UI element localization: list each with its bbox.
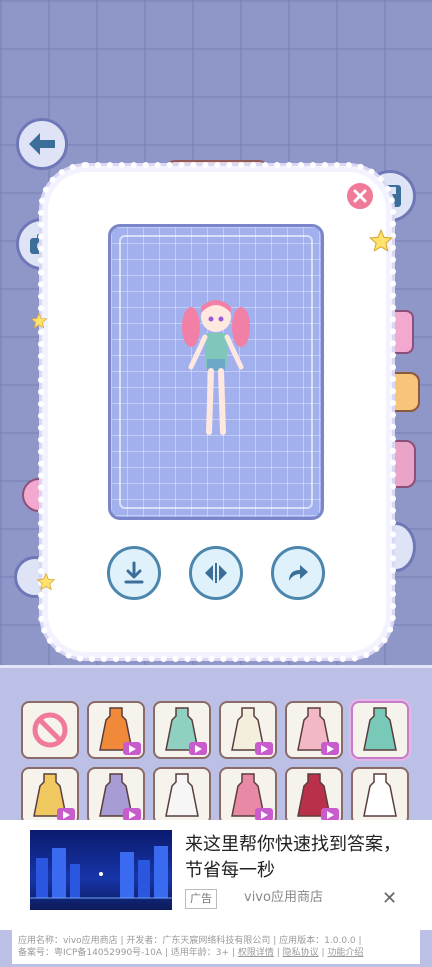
dress-icon <box>363 707 397 751</box>
wardrobe-item-pink-dress[interactable] <box>219 767 277 825</box>
wardrobe-item-purple-dress[interactable] <box>87 767 145 825</box>
footer-separator: | <box>273 948 283 958</box>
close-button[interactable] <box>344 180 376 212</box>
wardrobe-item-orange-dress[interactable] <box>87 701 145 759</box>
wardrobe-item-yellow-dress[interactable] <box>21 767 79 825</box>
wardrobe-item-white-dress[interactable] <box>219 701 277 759</box>
ad-image[interactable] <box>30 830 172 910</box>
ad-city-image <box>30 846 172 899</box>
wardrobe-item-red-dress[interactable] <box>285 767 343 825</box>
footer-line1: 应用名称：vivo应用商店 | 开发者：广东天宸网络科技有限公司 | 应用版本：… <box>18 936 362 946</box>
wardrobe-item-checker-dress[interactable] <box>153 767 211 825</box>
star-icon <box>368 228 394 252</box>
ad-tag-label: 广告 <box>190 892 212 905</box>
character-figure <box>182 300 250 435</box>
download-button[interactable] <box>107 546 161 600</box>
flip-button[interactable] <box>189 546 243 600</box>
no-outfit-icon <box>32 712 68 748</box>
video-badge-icon <box>189 742 207 755</box>
ad-close-button[interactable]: ✕ <box>382 888 397 909</box>
app-info-footer: 应用名称：vivo应用商店 | 开发者：广东天宸网络科技有限公司 | 应用版本：… <box>12 930 420 964</box>
video-badge-icon <box>255 742 273 755</box>
outfit-preview <box>108 224 324 520</box>
dress-icon <box>363 773 397 817</box>
ad-banner[interactable]: 来这里帮你快速找到答案，节省每一秒 广告 vivo应用商店 ✕ <box>0 820 432 930</box>
wardrobe-item-floral-dress[interactable] <box>285 701 343 759</box>
footer-line2: 备案号：粤ICP备14052990号-10A | 适用年龄：3+ | 权限详情 … <box>18 947 414 959</box>
dress-icon <box>165 773 199 817</box>
video-badge-icon <box>123 742 141 755</box>
permission-details-link[interactable]: 权限详情 <box>238 948 274 958</box>
share-button[interactable] <box>271 546 325 600</box>
wardrobe-item-none[interactable] <box>21 701 79 759</box>
back-button[interactable] <box>16 118 68 170</box>
wardrobe-item-teal-overalls[interactable] <box>351 701 409 759</box>
wardrobe-item-teal-dress[interactable] <box>153 701 211 759</box>
privacy-policy-link[interactable]: 隐私协议 <box>283 948 319 958</box>
share-icon <box>289 565 308 581</box>
ad-title[interactable]: 来这里帮你快速找到答案，节省每一秒 <box>185 832 405 884</box>
star-icon <box>30 312 48 329</box>
ad-tag: 广告 <box>185 889 217 909</box>
close-icon <box>353 189 367 203</box>
ad-store-name: vivo应用商店 <box>244 890 323 905</box>
wardrobe-item-white-floral-dress[interactable] <box>351 767 409 825</box>
feature-intro-link[interactable]: 功能介绍 <box>327 948 363 958</box>
side-item-decoration <box>382 372 420 412</box>
download-icon <box>124 561 144 584</box>
flip-icon <box>205 563 227 583</box>
footer-line2-prefix: 备案号：粤ICP备14052990号-10A | 适用年龄：3+ | <box>18 948 238 958</box>
video-badge-icon <box>321 742 339 755</box>
star-icon <box>36 572 56 591</box>
back-arrow-icon <box>29 133 55 155</box>
side-item-decoration <box>382 440 416 488</box>
